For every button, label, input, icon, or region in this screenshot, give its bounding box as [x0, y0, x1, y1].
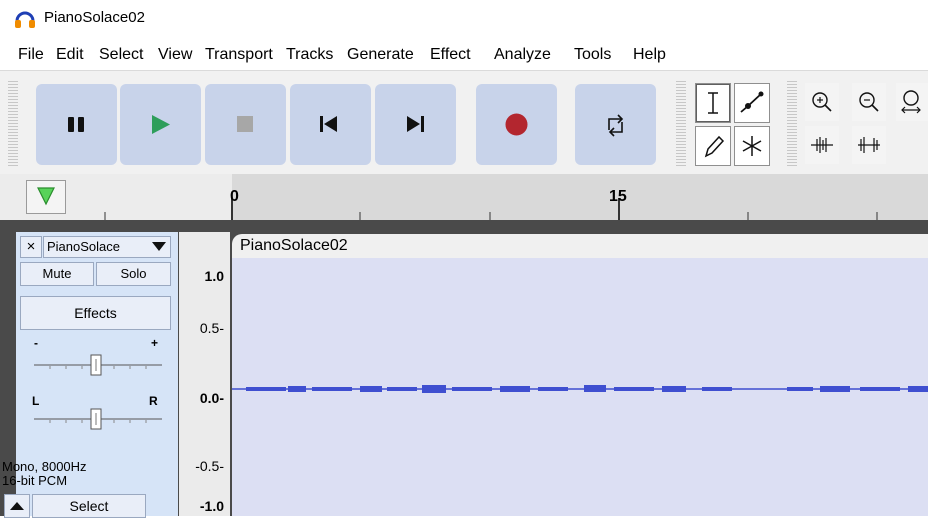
menu-view[interactable]: View: [158, 46, 192, 64]
pause-icon: [68, 117, 84, 132]
menu-file[interactable]: File: [18, 46, 44, 64]
menu-help[interactable]: Help: [633, 46, 666, 64]
toolbar: [0, 70, 928, 175]
dropdown-arrow-icon: [152, 242, 166, 251]
mute-button[interactable]: Mute: [20, 262, 94, 286]
trim-audio-button[interactable]: [805, 126, 839, 164]
solo-button[interactable]: Solo: [96, 262, 171, 286]
zoom-out-button[interactable]: [852, 83, 886, 121]
scale-label-1-0: 1.0: [204, 268, 224, 284]
vertical-scale-ruler[interactable]: 1.0 0.5- 0.0- -0.5- -1.0: [179, 232, 230, 516]
zoom-fit-icon: [901, 90, 921, 114]
timeline-ruler[interactable]: 0 15: [0, 174, 928, 220]
toolbar-grip[interactable]: [8, 81, 18, 167]
multi-tool-button[interactable]: [734, 126, 770, 166]
track-name: PianoSolace: [47, 239, 120, 254]
multi-tool-icon: [742, 136, 762, 156]
gain-slider[interactable]: [30, 350, 170, 380]
track-name-menu[interactable]: PianoSolace: [43, 236, 171, 258]
track-area: × PianoSolace Mute Solo Effects - + L R: [0, 220, 928, 518]
silence-audio-icon: [858, 137, 880, 153]
audacity-logo-icon: [14, 9, 36, 29]
draw-tool-button[interactable]: [695, 126, 731, 166]
envelope-icon: [740, 91, 764, 113]
scale-label-0-5: 0.5-: [199, 320, 224, 336]
record-icon: [505, 113, 528, 136]
close-track-button[interactable]: ×: [20, 236, 42, 258]
zoom-grip[interactable]: [787, 81, 797, 167]
pan-slider[interactable]: [30, 404, 170, 434]
select-track-button[interactable]: Select: [32, 494, 146, 518]
menu-transport[interactable]: Transport: [205, 46, 273, 64]
envelope-tool-button[interactable]: [734, 83, 770, 123]
scale-label-0-0: 0.0-: [199, 390, 224, 406]
selection-tool-button[interactable]: [695, 83, 731, 123]
track-info: Mono, 8000Hz 16-bit PCM: [2, 460, 87, 488]
skip-to-end-button[interactable]: [375, 84, 456, 165]
pencil-icon: [704, 135, 725, 158]
trim-audio-icon: [811, 137, 833, 153]
menu-generate[interactable]: Generate: [347, 46, 414, 64]
ruler-tick-15: 15: [609, 188, 627, 205]
ruler-ticks: [232, 198, 878, 220]
clip-title-bar[interactable]: PianoSolace02: [232, 234, 928, 258]
i-beam-icon: [708, 92, 718, 114]
menu-tools[interactable]: Tools: [574, 46, 611, 64]
zoom-in-button[interactable]: [805, 83, 839, 121]
menu-bar: File Edit Select View Transport Tracks G…: [0, 40, 928, 70]
gain-minus-label: -: [34, 336, 38, 350]
effects-button[interactable]: Effects: [20, 296, 171, 330]
waveform-area[interactable]: [232, 258, 928, 516]
tools-grip[interactable]: [676, 81, 686, 167]
zoom-in-icon: [812, 92, 832, 112]
track-control-panel[interactable]: × PianoSolace Mute Solo Effects - + L R: [2, 232, 178, 518]
skip-to-start-button[interactable]: [290, 84, 371, 165]
loop-button[interactable]: [575, 84, 656, 165]
skip-to-end-icon: [407, 116, 424, 132]
menu-select[interactable]: Select: [99, 46, 143, 64]
play-icon: [152, 115, 170, 134]
ruler-tick-0: 0: [230, 188, 239, 205]
skip-to-start-icon: [320, 116, 337, 132]
stop-button[interactable]: [205, 84, 286, 165]
loop-icon: [608, 114, 624, 137]
play-button[interactable]: [120, 84, 201, 165]
ruler-left-ticks: [104, 198, 232, 220]
clip-name: PianoSolace02: [240, 237, 348, 254]
collapse-track-button[interactable]: [4, 494, 30, 518]
fit-selection-button[interactable]: [896, 83, 928, 121]
menu-tracks[interactable]: Tracks: [286, 46, 333, 64]
gain-plus-label: +: [151, 336, 159, 350]
title-bar: PianoSolace02: [0, 0, 928, 38]
scale-label-neg-0-5: -0.5-: [195, 458, 224, 474]
stop-icon: [237, 116, 253, 132]
zoom-out-icon: [859, 92, 879, 112]
window-title: PianoSolace02: [44, 9, 145, 26]
scale-label-neg-1-0: -1.0: [199, 498, 224, 514]
silence-audio-button[interactable]: [852, 126, 886, 164]
triangle-up-icon: [10, 502, 24, 510]
waveform: [232, 385, 928, 393]
menu-edit[interactable]: Edit: [56, 46, 84, 64]
ruler-left-panel: [0, 174, 232, 220]
track-info-format: Mono, 8000Hz: [2, 459, 87, 474]
menu-effect[interactable]: Effect: [430, 46, 471, 64]
pause-button[interactable]: [36, 84, 117, 165]
menu-analyze[interactable]: Analyze: [494, 46, 551, 64]
record-button[interactable]: [476, 84, 557, 165]
close-icon: ×: [26, 238, 36, 255]
track-info-bitdepth: 16-bit PCM: [2, 473, 68, 488]
